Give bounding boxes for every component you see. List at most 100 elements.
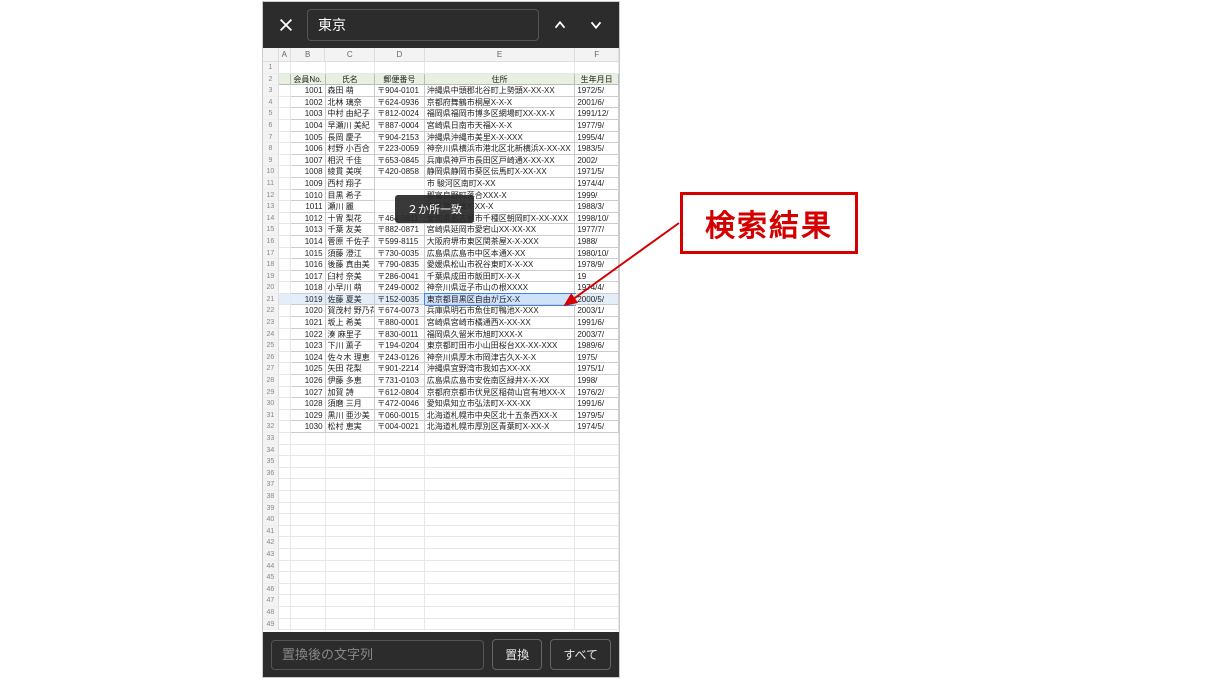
cell[interactable] (326, 503, 376, 515)
cell[interactable] (575, 514, 619, 526)
cell[interactable] (575, 526, 619, 538)
cell[interactable] (326, 526, 376, 538)
cell[interactable]: 1998/ (575, 375, 619, 387)
cell[interactable]: 19 (575, 271, 619, 283)
row-number[interactable]: 28 (263, 375, 279, 387)
cell[interactable] (291, 584, 326, 596)
row-number[interactable]: 21 (263, 294, 279, 306)
cell[interactable] (279, 561, 291, 573)
cell[interactable] (575, 491, 619, 503)
cell[interactable]: 愛知県知立市弘法町X-XX-XX (425, 398, 576, 410)
cell[interactable] (425, 491, 576, 503)
cell[interactable] (279, 503, 291, 515)
cell[interactable] (279, 468, 291, 480)
cell[interactable] (279, 236, 291, 248)
cell[interactable]: 1026 (291, 375, 326, 387)
cell[interactable]: 京都府京都市伏見区稲荷山官有地XX-X (425, 387, 576, 399)
cell[interactable]: 〒812-0024 (375, 108, 425, 120)
row-number[interactable]: 6 (263, 120, 279, 132)
cell[interactable] (375, 468, 425, 480)
cell[interactable]: 須藤 澄江 (326, 248, 376, 260)
cell[interactable]: 1011 (291, 201, 326, 213)
cell[interactable] (575, 479, 619, 491)
cell[interactable] (279, 85, 291, 97)
cell[interactable] (279, 410, 291, 422)
cell[interactable]: 後藤 真由美 (326, 259, 376, 271)
cell[interactable]: 〒901-2214 (375, 363, 425, 375)
cell[interactable] (279, 305, 291, 317)
cell[interactable] (375, 561, 425, 573)
cell[interactable]: 宮崎県宮崎市橘通西X-XX-XX (425, 317, 576, 329)
cell[interactable]: 1014 (291, 236, 326, 248)
select-all-corner[interactable] (263, 48, 279, 61)
row-number[interactable]: 29 (263, 387, 279, 399)
cell[interactable] (291, 479, 326, 491)
cell[interactable]: 黒川 亜沙美 (326, 410, 376, 422)
cell[interactable]: 綾貫 美咲 (326, 166, 376, 178)
cell[interactable]: 〒624-0936 (375, 97, 425, 109)
cell[interactable]: 北海道札幌市厚別区青葉町X-XX-X (425, 421, 576, 433)
cell[interactable] (279, 375, 291, 387)
cell[interactable]: 氏名 (326, 74, 376, 86)
cell[interactable]: 1977/7/ (575, 224, 619, 236)
cell[interactable] (375, 178, 425, 190)
cell[interactable]: 1025 (291, 363, 326, 375)
cell[interactable] (375, 445, 425, 457)
row-number[interactable]: 25 (263, 340, 279, 352)
cell[interactable] (279, 178, 291, 190)
cell[interactable] (291, 572, 326, 584)
cell[interactable] (279, 514, 291, 526)
row-number[interactable]: 10 (263, 166, 279, 178)
cell[interactable]: 〒243-0126 (375, 352, 425, 364)
cell[interactable]: 沖縄県宜野湾市我如古XX-XX (425, 363, 576, 375)
cell[interactable] (279, 294, 291, 306)
cell[interactable]: 会員No. (291, 74, 326, 86)
cell[interactable]: 中村 由紀子 (326, 108, 376, 120)
row-number[interactable]: 43 (263, 549, 279, 561)
col-header[interactable]: B (291, 48, 326, 61)
cell[interactable]: 目黒 希子 (326, 190, 376, 202)
cell[interactable] (326, 607, 376, 619)
cell[interactable] (425, 572, 576, 584)
cell[interactable] (425, 479, 576, 491)
cell[interactable] (291, 468, 326, 480)
cell[interactable] (375, 549, 425, 561)
row-number[interactable]: 8 (263, 143, 279, 155)
cell[interactable]: 長岡 慶子 (326, 132, 376, 144)
row-number[interactable]: 45 (263, 572, 279, 584)
cell[interactable] (326, 62, 376, 74)
row-number[interactable]: 12 (263, 190, 279, 202)
cell[interactable] (425, 445, 576, 457)
cell[interactable]: 1023 (291, 340, 326, 352)
cell[interactable]: 十冑 梨花 (326, 213, 376, 225)
cell[interactable]: 〒731-0103 (375, 375, 425, 387)
cell[interactable]: 矢田 花梨 (326, 363, 376, 375)
cell[interactable] (279, 398, 291, 410)
cell[interactable] (279, 619, 291, 631)
cell[interactable]: 郵便番号 (375, 74, 425, 86)
cell[interactable]: 1974/4/ (575, 178, 619, 190)
cell[interactable]: 〒223-0059 (375, 143, 425, 155)
cell[interactable]: 1001 (291, 85, 326, 97)
cell[interactable]: 沖縄県沖縄市美里X-X-XXX (425, 132, 576, 144)
cell[interactable] (375, 595, 425, 607)
cell[interactable] (575, 561, 619, 573)
cell[interactable]: 西村 翔子 (326, 178, 376, 190)
cell[interactable] (326, 514, 376, 526)
cell[interactable] (575, 456, 619, 468)
cell[interactable]: 1980/10/ (575, 248, 619, 260)
cell[interactable] (291, 526, 326, 538)
cell[interactable] (425, 595, 576, 607)
cell[interactable] (425, 561, 576, 573)
row-number[interactable]: 30 (263, 398, 279, 410)
cell[interactable]: 東京都目黒区自由が丘X-X (425, 294, 576, 306)
row-number[interactable]: 32 (263, 421, 279, 433)
row-number[interactable]: 34 (263, 445, 279, 457)
find-prev-button[interactable] (545, 10, 575, 40)
cell[interactable]: 1016 (291, 259, 326, 271)
cell[interactable] (375, 479, 425, 491)
cell[interactable]: 京都府舞鶴市桐屋X-X-X (425, 97, 576, 109)
cell[interactable] (425, 584, 576, 596)
cell[interactable] (375, 537, 425, 549)
cell[interactable] (291, 595, 326, 607)
